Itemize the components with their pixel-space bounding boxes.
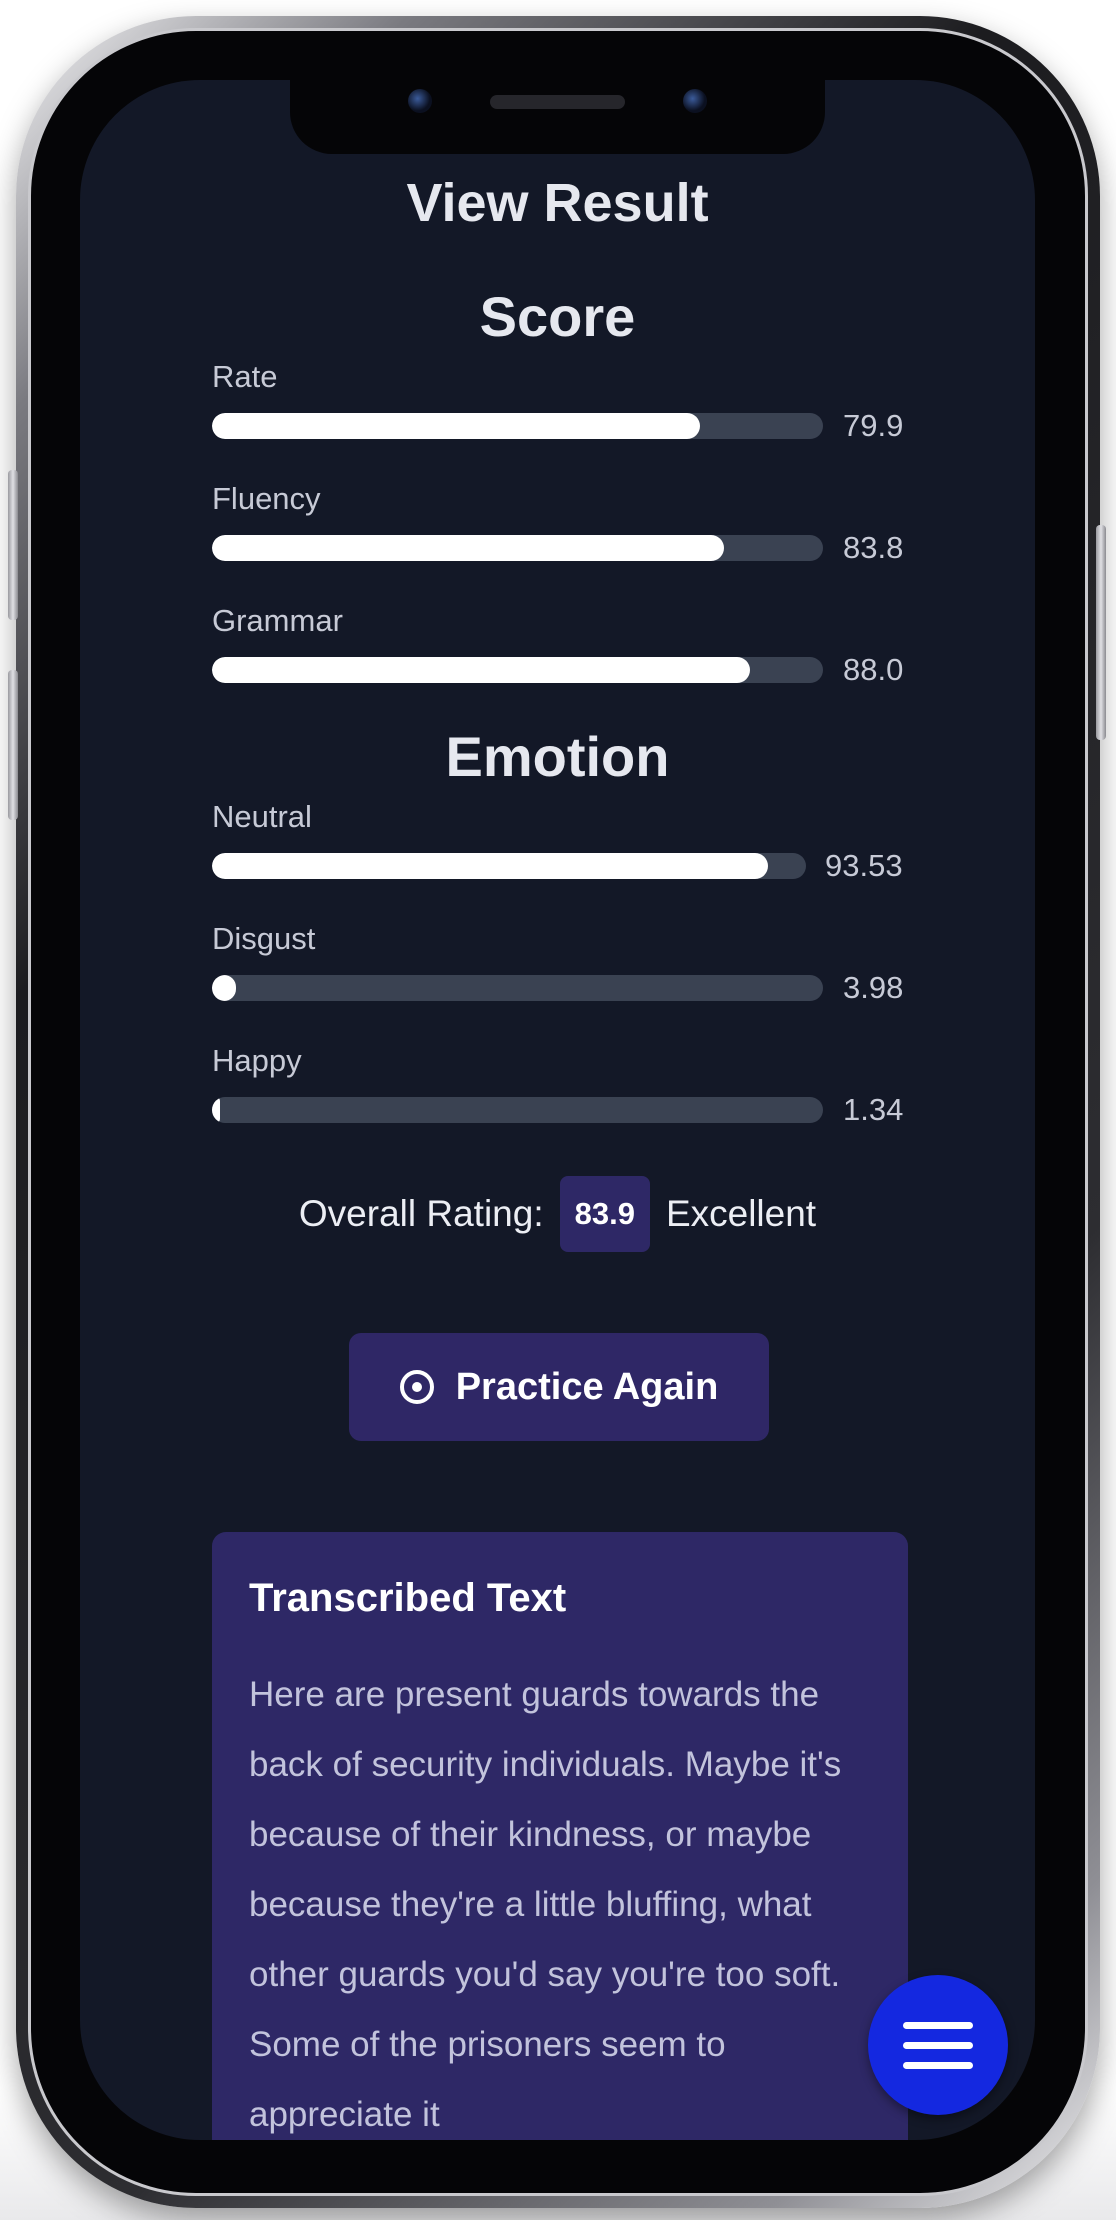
overall-rating-badge: 83.9	[559, 1176, 650, 1252]
rate-label: Rate	[212, 359, 278, 394]
grammar-bar	[212, 657, 823, 683]
fluency-bar-fill	[212, 535, 725, 561]
fluency-value: 83.8	[843, 530, 904, 565]
fluency-bar	[212, 535, 823, 561]
neutral-value: 93.53	[825, 848, 903, 883]
transcribed-text-title: Transcribed Text	[249, 1576, 567, 1620]
neutral-label: Neutral	[212, 799, 312, 834]
neutral-bar-fill	[212, 853, 768, 879]
happy-value: 1.34	[843, 1092, 904, 1127]
camera-right-icon	[683, 89, 707, 113]
camera-left-icon	[408, 89, 432, 113]
practice-again-button[interactable]: Practice Again	[349, 1333, 769, 1441]
hamburger-menu-icon-line-1	[903, 2021, 973, 2029]
disgust-bar	[212, 975, 823, 1001]
speaker-grille	[490, 95, 625, 109]
emotion-heading: Emotion	[445, 725, 670, 788]
side-button-left-2	[8, 670, 18, 820]
grammar-label: Grammar	[212, 603, 343, 638]
rate-bar	[212, 413, 823, 439]
score-heading: Score	[479, 285, 636, 348]
side-button-right	[1096, 525, 1106, 740]
overall-rating-verdict: Excellent	[665, 1193, 817, 1234]
happy-bar	[212, 1097, 823, 1123]
side-button-left-1	[8, 470, 18, 620]
overall-rating-label: Overall Rating:	[298, 1193, 544, 1234]
disgust-label: Disgust	[212, 921, 316, 956]
transcribed-text-card: Transcribed Text Here are present guards…	[212, 1532, 908, 2140]
grammar-value: 88.0	[843, 652, 904, 687]
disgust-bar-fill	[212, 975, 237, 1001]
practice-again-label: Practice Again	[455, 1365, 719, 1408]
fluency-label: Fluency	[212, 481, 321, 516]
app-screen: View Result Score Rate 79.9 Fluency 83.8…	[80, 80, 1035, 2140]
grammar-bar-fill	[212, 657, 750, 683]
phone-notch	[290, 80, 825, 154]
rate-value: 79.9	[843, 408, 904, 443]
menu-fab-button[interactable]	[868, 1975, 1008, 2115]
disgust-value: 3.98	[843, 970, 904, 1005]
happy-label: Happy	[212, 1043, 302, 1078]
hamburger-menu-icon-line-2	[903, 2041, 973, 2049]
neutral-bar	[212, 853, 806, 879]
rate-bar-fill	[212, 413, 701, 439]
page-title: View Result	[406, 173, 709, 233]
overall-rating: Overall Rating: 83.9 Excellent	[80, 1176, 1035, 1252]
happy-bar-fill	[212, 1097, 221, 1123]
hamburger-menu-icon-line-3	[903, 2061, 973, 2069]
transcribed-text-body: Here are present guards towards the back…	[249, 1675, 842, 2134]
target-icon	[399, 1370, 434, 1404]
